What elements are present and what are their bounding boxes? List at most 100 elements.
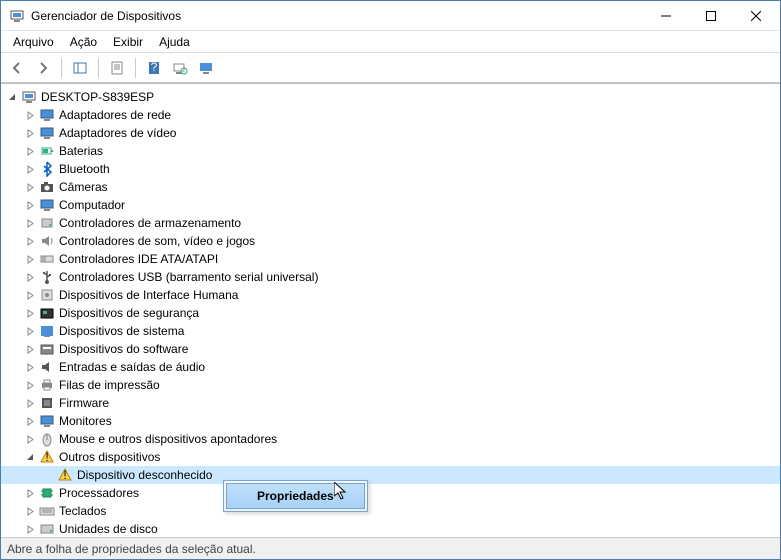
tree-category[interactable]: Controladores USB (barramento serial uni…	[1, 268, 780, 286]
tree-category[interactable]: Entradas e saídas de áudio	[1, 358, 780, 376]
expand-icon[interactable]	[23, 144, 37, 158]
computer-root-icon	[21, 89, 37, 105]
tree-category[interactable]: Mouse e outros dispositivos apontadores	[1, 430, 780, 448]
status-text: Abre a folha de propriedades da seleção …	[7, 542, 256, 556]
help-button[interactable]: ?	[142, 56, 166, 80]
expand-icon[interactable]	[23, 522, 37, 536]
monitor-icon	[39, 197, 55, 213]
sound-icon	[39, 233, 55, 249]
expand-icon[interactable]	[23, 324, 37, 338]
monitor-icon	[39, 107, 55, 123]
tree-item-label: Monitores	[59, 414, 112, 428]
tree-category[interactable]: Unidades de disco	[1, 520, 780, 537]
unknown-icon: !	[57, 467, 73, 483]
monitor-icon	[39, 413, 55, 429]
properties-button[interactable]	[105, 56, 129, 80]
svg-text:!: !	[45, 450, 48, 464]
tree-item-label: Dispositivos de Interface Humana	[59, 288, 238, 302]
expand-icon[interactable]	[23, 108, 37, 122]
tree-category[interactable]: Adaptadores de rede	[1, 106, 780, 124]
tree-category[interactable]: Monitores	[1, 412, 780, 430]
expand-icon[interactable]	[23, 486, 37, 500]
device-manager-icon	[9, 8, 25, 24]
expand-icon[interactable]	[23, 396, 37, 410]
expand-icon[interactable]	[23, 126, 37, 140]
expand-icon[interactable]	[23, 252, 37, 266]
menu-ajuda[interactable]: Ajuda	[151, 32, 198, 52]
tool-bar: ?	[1, 53, 780, 83]
menu-exibir[interactable]: Exibir	[105, 32, 151, 52]
maximize-button[interactable]	[688, 1, 733, 31]
tree-category[interactable]: Controladores de armazenamento	[1, 214, 780, 232]
collapse-icon[interactable]	[23, 450, 37, 464]
minimize-button[interactable]	[643, 1, 688, 31]
security-icon	[39, 305, 55, 321]
expand-icon[interactable]	[23, 432, 37, 446]
tree-category[interactable]: Filas de impressão	[1, 376, 780, 394]
system-icon	[39, 323, 55, 339]
tree-category[interactable]: ! Outros dispositivos	[1, 448, 780, 466]
tree-category[interactable]: Processadores	[1, 484, 780, 502]
monitor-icon	[39, 125, 55, 141]
tree-item-label: Computador	[59, 198, 125, 212]
tree-category[interactable]: Teclados	[1, 502, 780, 520]
expand-icon[interactable]	[23, 180, 37, 194]
show-hide-console-tree-button[interactable]	[68, 56, 92, 80]
battery-icon	[39, 143, 55, 159]
tree-item-label: Mouse e outros dispositivos apontadores	[59, 432, 277, 446]
expand-icon[interactable]	[23, 306, 37, 320]
tree-item-label: Adaptadores de rede	[59, 108, 171, 122]
tree-item-label: Controladores de som, vídeo e jogos	[59, 234, 255, 248]
mouse-icon	[39, 431, 55, 447]
tree-item-label: Controladores USB (barramento serial uni…	[59, 270, 318, 284]
tree-category[interactable]: Computador	[1, 196, 780, 214]
expand-icon[interactable]	[23, 378, 37, 392]
expand-icon[interactable]	[23, 198, 37, 212]
expand-icon[interactable]	[23, 504, 37, 518]
tree-category[interactable]: Dispositivos de sistema	[1, 322, 780, 340]
usb-icon	[39, 269, 55, 285]
menu-arquivo[interactable]: Arquivo	[5, 32, 62, 52]
tree-item-label: Dispositivos do software	[59, 342, 188, 356]
tree-category[interactable]: Baterias	[1, 142, 780, 160]
collapse-icon[interactable]	[5, 90, 19, 104]
close-button[interactable]	[733, 1, 778, 31]
tree-item-label: Outros dispositivos	[59, 450, 160, 464]
tree-category[interactable]: Controladores IDE ATA/ATAPI	[1, 250, 780, 268]
audio-io-icon	[39, 359, 55, 375]
tree-category[interactable]: Adaptadores de vídeo	[1, 124, 780, 142]
expand-icon[interactable]	[23, 342, 37, 356]
hid-icon	[39, 287, 55, 303]
expand-icon[interactable]	[23, 162, 37, 176]
status-bar: Abre a folha de propriedades da seleção …	[1, 537, 780, 559]
expand-icon[interactable]	[23, 216, 37, 230]
tree-device[interactable]: !Dispositivo desconhecido	[1, 466, 780, 484]
bluetooth-icon	[39, 161, 55, 177]
back-button[interactable]	[5, 56, 29, 80]
tree-item-label: Firmware	[59, 396, 109, 410]
expand-icon[interactable]	[23, 414, 37, 428]
tree-category[interactable]: Dispositivos de Interface Humana	[1, 286, 780, 304]
tree-category[interactable]: Firmware	[1, 394, 780, 412]
tree-item-label: Adaptadores de vídeo	[59, 126, 176, 140]
camera-icon	[39, 179, 55, 195]
tree-root[interactable]: DESKTOP-S839ESP	[1, 88, 780, 106]
expand-icon[interactable]	[23, 270, 37, 284]
tree-category[interactable]: Controladores de som, vídeo e jogos	[1, 232, 780, 250]
storage-icon	[39, 215, 55, 231]
menu-acao[interactable]: Ação	[62, 32, 105, 52]
tree-category[interactable]: Dispositivos do software	[1, 340, 780, 358]
menu-bar: Arquivo Ação Exibir Ajuda	[1, 31, 780, 53]
remote-computer-button[interactable]	[194, 56, 218, 80]
tree-category[interactable]: Câmeras	[1, 178, 780, 196]
device-tree[interactable]: DESKTOP-S839ESP Adaptadores de rede Adapt…	[1, 83, 780, 537]
tree-item-label: Unidades de disco	[59, 522, 158, 536]
expand-icon[interactable]	[23, 234, 37, 248]
expand-icon[interactable]	[23, 288, 37, 302]
expand-icon[interactable]	[23, 360, 37, 374]
scan-hardware-button[interactable]	[168, 56, 192, 80]
tree-category[interactable]: Dispositivos de segurança	[1, 304, 780, 322]
forward-button[interactable]	[31, 56, 55, 80]
tree-item-label: Controladores IDE ATA/ATAPI	[59, 252, 218, 266]
tree-category[interactable]: Bluetooth	[1, 160, 780, 178]
